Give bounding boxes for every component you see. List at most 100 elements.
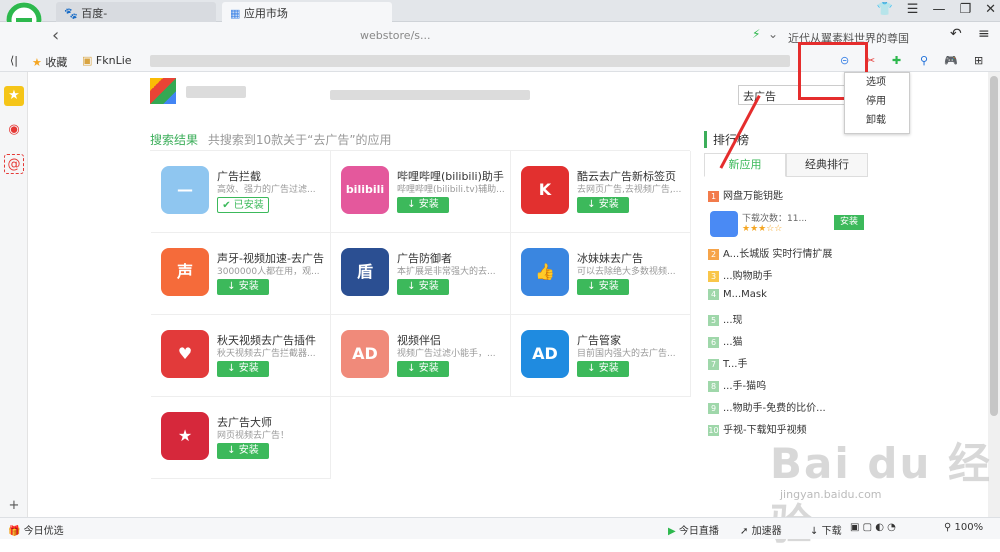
install-button[interactable]: ✔ 已安装 [217,197,269,213]
ranking-item[interactable]: 8 ...手-猫呜 [708,377,766,392]
app-icon[interactable]: AD [341,330,389,378]
install-button[interactable]: ↓ 安装 [397,361,449,377]
add-extension-icon[interactable]: ✚ [892,54,901,67]
install-label: 安装 [238,363,259,374]
minimize-icon[interactable]: — [932,2,945,17]
bookmark-favorites[interactable]: ★ 收藏 [32,54,67,70]
app-icon[interactable]: bilibili [341,166,389,214]
weibo-icon[interactable]: ◉ [4,120,24,140]
install-button[interactable]: ↓ 安装 [217,279,269,295]
app-icon[interactable]: ♥ [161,330,209,378]
blurred-bookmarks [150,55,790,67]
install-label: 安装 [238,445,259,456]
app-icon[interactable]: AD [521,330,569,378]
close-icon[interactable]: ✕ [985,2,996,17]
app-icon[interactable]: ★ [161,412,209,460]
blurred-nav [330,90,530,100]
install-button[interactable]: 安装 [834,215,864,230]
tab-baidu[interactable]: 🐾 百度- [56,2,216,22]
install-button[interactable]: ↓ 安装 [577,197,629,213]
ranking-label: ...物助手-免费的比价... [723,403,826,414]
accelerator[interactable]: ➚ 加速器 [740,522,782,537]
install-label: 安装 [238,281,259,292]
ranking-item[interactable]: 6 ...猫 [708,333,743,348]
check-icon: ✔ [222,200,231,211]
app-card[interactable]: AD 视频伴侣 视频广告过滤小能手，... ↓ 安装 [331,315,511,397]
app-card[interactable]: — 广告拦截 高效、强力的广告过滤... ✔ 已安装 [151,151,331,233]
app-description: 本扩展是非常强大的去... [397,267,496,277]
menu-icon[interactable]: ☰ [907,2,919,17]
app-card[interactable]: ♥ 秋天视频去广告插件 秋天视频去广告拦截器... ↓ 安装 [151,315,331,397]
ranking-label: A...长城版 实时行情扩展 [723,249,833,260]
add-icon[interactable]: + [4,496,24,516]
download[interactable]: ↓ 下载 [810,522,842,537]
daily-picks-label: 今日优选 [23,526,64,537]
url-field[interactable]: webstore/s... [360,27,740,45]
ranking-item[interactable]: 3 ...购物助手 [708,267,773,282]
bookmark-fknlie[interactable]: ▣ FknLie [82,54,132,67]
hamburger-icon[interactable]: ≡ [978,26,990,42]
install-label: 已安装 [233,200,264,211]
key-icon [710,211,738,237]
ranking-item[interactable]: 9 ...物助手-免费的比价... [708,399,826,414]
app-card[interactable]: AD 广告管家 目前国内强大的去广告... ↓ 安装 [511,315,691,397]
collapse-icon[interactable]: ⟨| [10,54,18,67]
install-button[interactable]: ↓ 安装 [577,361,629,377]
game-icon[interactable]: 🎮 [944,54,958,67]
ranking-top-detail: 下载次数：11... ★★★☆☆ 安装 [708,211,868,239]
install-label: 安装 [418,363,439,374]
mail-icon[interactable]: @ [4,154,24,174]
chevron-down-icon[interactable]: ⌄ [768,27,778,41]
ranking-item[interactable]: 5 ...现 [708,311,743,326]
favorites-icon[interactable]: ★ [4,86,24,106]
install-button[interactable]: ↓ 安装 [217,443,269,459]
install-button[interactable]: ↓ 安装 [397,279,449,295]
app-grid: — 广告拦截 高效、强力的广告过滤... ✔ 已安装 bilibili 哔哩哔哩(bili… [150,150,691,479]
menu-item-uninstall[interactable]: 卸载 [845,111,909,130]
app-card[interactable]: 盾广告防御者 本扩展是非常强大的去... ↓ 安装 [331,233,511,315]
zoom[interactable]: ⚲ 100% [944,522,983,533]
install-label: 安装 [418,281,439,292]
app-icon[interactable]: 👍 [521,248,569,296]
app-icon[interactable]: 盾 [341,248,389,296]
ranking-item-1[interactable]: 1 网盘万能钥匙 [708,187,783,202]
undo-icon[interactable]: ↶ [950,26,962,42]
download-count: 下载次数：11... [742,214,808,224]
scrollbar-thumb[interactable] [990,76,998,416]
app-card[interactable]: K 酷云去广告新标签页 去网页广告,去视频广告,... ↓ 安装 [511,151,691,233]
menu-item-options[interactable]: 选项 [845,73,909,92]
app-card[interactable]: 声声牙-视频加速-去广告 3000000人都在用，观... ↓ 安装 [151,233,331,315]
app-icon[interactable]: K [521,166,569,214]
tools-icons[interactable]: ▣ ▢ ◐ ◔ [850,522,896,533]
menu-item-disable[interactable]: 停用 [845,92,909,111]
restore-icon[interactable]: ❐ [959,2,971,17]
install-button[interactable]: ↓ 安装 [397,197,449,213]
app-card[interactable]: 👍 冰妹妹去广告 可以去除绝大多数视频... ↓ 安装 [511,233,691,315]
watermark-url: jingyan.baidu.com [780,488,882,501]
rank-number: 3 [708,271,719,282]
back-icon[interactable]: ‹ [52,25,59,46]
results-header: 搜索结果 共搜索到10款关于“去广告”的应用 [150,131,392,148]
app-icon[interactable]: — [161,166,209,214]
ranking-item[interactable]: 7 T...手 [708,355,747,370]
lightning-icon[interactable]: ⚡ [752,27,760,41]
tab-classic-ranking[interactable]: 经典排行 [786,153,868,177]
skin-icon[interactable]: 👕 [877,2,893,17]
live-today[interactable]: ▶ 今日直播 [668,522,719,537]
app-description: 视频广告过滤小能手，... [397,349,496,359]
install-button[interactable]: ↓ 安装 [217,361,269,377]
ranking-item[interactable]: 2 A...长城版 实时行情扩展 [708,245,832,260]
app-card[interactable]: ★ 去广告大师 网页视频去广告！ ↓ 安装 [151,397,331,479]
daily-picks[interactable]: 🎁 今日优选 [8,522,64,537]
extension-context-menu: 选项 停用 卸载 [844,72,910,134]
app-card[interactable]: bilibili 哔哩哔哩(bilibili)助手 哔哩哔哩(bilibili.tv… [331,151,511,233]
tab-app-market[interactable]: ▦ 应用市场 [222,2,392,22]
ranking-item[interactable]: 4 M...Mask [708,289,767,300]
app-icon[interactable]: 声 [161,248,209,296]
tab-new-apps[interactable]: 新应用 [704,153,786,177]
install-button[interactable]: ↓ 安装 [577,279,629,295]
search-icon[interactable]: ⚲ [920,54,928,67]
download-icon: ↓ [810,526,819,537]
install-label: 安装 [598,363,619,374]
apps-grid-icon[interactable]: ⊞ [974,54,983,67]
